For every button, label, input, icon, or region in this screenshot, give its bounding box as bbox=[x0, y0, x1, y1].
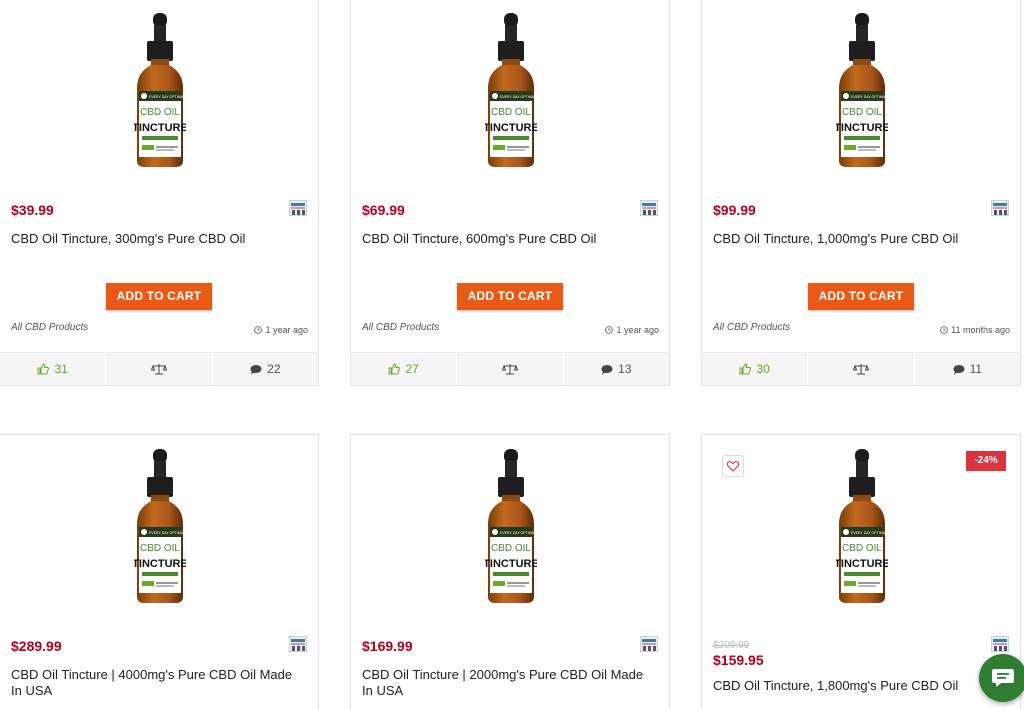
cbd-bottle-image[interactable] bbox=[836, 13, 888, 169]
product-price: $159.95 bbox=[713, 652, 764, 668]
discount-badge: -24% bbox=[966, 451, 1006, 471]
thumbs-up-icon bbox=[739, 363, 752, 375]
cbd-bottle-image[interactable] bbox=[134, 13, 186, 169]
add-to-cart-button[interactable]: ADD TO CART bbox=[808, 283, 914, 310]
card-footer: 30 11 bbox=[702, 352, 1020, 385]
product-category[interactable]: All CBD Products bbox=[11, 322, 88, 333]
card-footer: 27 13 bbox=[351, 352, 669, 385]
like-count: 27 bbox=[405, 362, 419, 376]
post-time-text: 11 months ago bbox=[951, 325, 1010, 335]
store-icon[interactable] bbox=[289, 200, 307, 216]
product-card: $39.99 CBD Oil Tincture, 300mg's Pure CB… bbox=[0, 0, 319, 386]
clock-icon bbox=[605, 326, 614, 334]
old-price: $209.99 bbox=[713, 640, 750, 651]
product-image[interactable] bbox=[0, 435, 318, 620]
comments-button[interactable]: 11 bbox=[915, 353, 1020, 385]
compare-scale-icon bbox=[852, 364, 869, 375]
product-card: $99.99 CBD Oil Tincture, 1,000mg's Pure … bbox=[701, 0, 1021, 386]
store-icon[interactable] bbox=[991, 636, 1009, 652]
wishlist-button[interactable] bbox=[722, 455, 744, 477]
product-price: $39.99 bbox=[11, 202, 54, 218]
like-count: 31 bbox=[54, 362, 68, 376]
post-time: 1 year ago bbox=[605, 325, 659, 335]
product-card: $69.99 CBD Oil Tincture, 600mg's Pure CB… bbox=[350, 0, 670, 386]
product-price: $99.99 bbox=[713, 202, 756, 218]
add-to-cart-button[interactable]: ADD TO CART bbox=[457, 283, 563, 310]
like-count: 30 bbox=[756, 362, 770, 376]
store-icon[interactable] bbox=[640, 200, 658, 216]
heart-icon bbox=[727, 460, 739, 472]
product-image[interactable] bbox=[351, 0, 669, 184]
live-chat-button[interactable] bbox=[979, 654, 1024, 702]
clock-icon bbox=[254, 326, 263, 334]
store-icon[interactable] bbox=[991, 200, 1009, 216]
card-footer: 31 22 bbox=[0, 352, 318, 385]
comment-icon bbox=[953, 364, 965, 374]
compare-button[interactable] bbox=[808, 353, 915, 385]
post-time-text: 1 year ago bbox=[265, 325, 308, 335]
clock-icon bbox=[940, 326, 948, 334]
product-image[interactable] bbox=[702, 0, 1020, 184]
product-title[interactable]: CBD Oil Tincture, 1,000mg's Pure CBD Oil bbox=[713, 231, 1008, 247]
like-button[interactable]: 31 bbox=[0, 353, 107, 385]
compare-scale-icon bbox=[150, 364, 167, 375]
product-image[interactable] bbox=[0, 0, 318, 184]
product-price: $169.99 bbox=[362, 638, 413, 654]
post-time: 1 year ago bbox=[254, 325, 308, 335]
product-card: $169.99 CBD Oil Tincture | 2000mg's Pure… bbox=[350, 434, 670, 709]
comment-count: 13 bbox=[618, 362, 632, 376]
thumbs-up-icon bbox=[388, 363, 401, 375]
add-to-cart-button[interactable]: ADD TO CART bbox=[106, 283, 212, 310]
store-icon[interactable] bbox=[289, 636, 307, 652]
product-title[interactable]: CBD Oil Tincture | 2000mg's Pure CBD Oil… bbox=[362, 667, 657, 699]
compare-button[interactable] bbox=[106, 353, 213, 385]
cbd-bottle-image[interactable] bbox=[485, 449, 537, 605]
comments-button[interactable]: 22 bbox=[213, 353, 318, 385]
comment-count: 22 bbox=[267, 362, 281, 376]
comment-icon bbox=[601, 364, 613, 374]
comment-count: 11 bbox=[969, 362, 983, 376]
post-time-text: 1 year ago bbox=[616, 325, 659, 335]
comments-button[interactable]: 13 bbox=[564, 353, 669, 385]
cbd-bottle-image[interactable] bbox=[134, 449, 186, 605]
product-price: $69.99 bbox=[362, 202, 405, 218]
compare-scale-icon bbox=[501, 364, 518, 375]
chat-icon bbox=[992, 669, 1014, 687]
product-card: $289.99 CBD Oil Tincture | 4000mg's Pure… bbox=[0, 434, 319, 709]
cbd-bottle-image[interactable] bbox=[485, 13, 537, 169]
like-button[interactable]: 27 bbox=[351, 353, 458, 385]
product-title[interactable]: CBD Oil Tincture, 1,800mg's Pure CBD Oil bbox=[713, 678, 1008, 694]
product-title[interactable]: CBD Oil Tincture | 4000mg's Pure CBD Oil… bbox=[11, 667, 306, 699]
product-category[interactable]: All CBD Products bbox=[713, 322, 790, 333]
like-button[interactable]: 30 bbox=[702, 353, 809, 385]
product-card: -24% $209.99 $159.95 CBD Oil Tincture, 1… bbox=[701, 434, 1021, 709]
comment-icon bbox=[250, 364, 262, 374]
thumbs-up-icon bbox=[37, 363, 50, 375]
product-title[interactable]: CBD Oil Tincture, 300mg's Pure CBD Oil bbox=[11, 231, 306, 247]
post-time: 11 months ago bbox=[940, 325, 1010, 335]
product-title[interactable]: CBD Oil Tincture, 600mg's Pure CBD Oil bbox=[362, 231, 657, 247]
product-category[interactable]: All CBD Products bbox=[362, 322, 439, 333]
product-image[interactable] bbox=[351, 435, 669, 620]
store-icon[interactable] bbox=[640, 636, 658, 652]
compare-button[interactable] bbox=[457, 353, 564, 385]
product-price: $289.99 bbox=[11, 638, 62, 654]
cbd-bottle-image[interactable] bbox=[836, 449, 888, 605]
